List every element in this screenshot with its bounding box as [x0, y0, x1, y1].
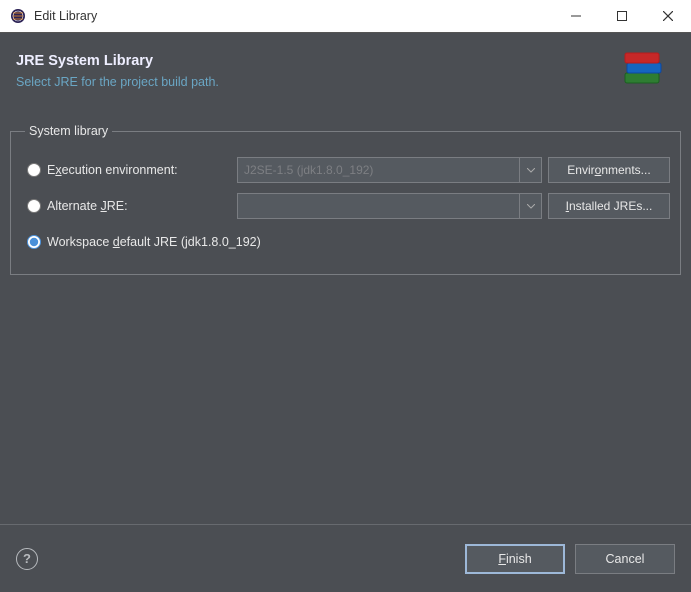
chevron-down-icon	[519, 158, 541, 182]
alternate-jre-combo[interactable]	[237, 193, 542, 219]
alternate-jre-label: Alternate JRE:	[47, 199, 128, 213]
title-bar: Edit Library	[0, 0, 691, 33]
workspace-default-label: Workspace default JRE (jdk1.8.0_192)	[47, 235, 261, 249]
exec-env-radio[interactable]	[27, 163, 41, 177]
exec-env-combo[interactable]: J2SE-1.5 (jdk1.8.0_192)	[237, 157, 542, 183]
environments-button[interactable]: Environments...	[548, 157, 670, 183]
header-subtitle: Select JRE for the project build path.	[16, 75, 611, 89]
workspace-default-radio-option[interactable]: Workspace default JRE (jdk1.8.0_192)	[21, 235, 261, 249]
eclipse-icon	[10, 8, 26, 24]
workspace-default-radio[interactable]	[27, 235, 41, 249]
header-title: JRE System Library	[16, 53, 611, 69]
group-legend: System library	[25, 124, 112, 138]
dialog-content: System library Execution environment: J2…	[0, 108, 691, 524]
help-icon[interactable]: ?	[16, 548, 38, 570]
maximize-button[interactable]	[599, 0, 645, 32]
finish-button[interactable]: Finish	[465, 544, 565, 574]
dialog-footer: ? Finish Cancel	[0, 524, 691, 592]
minimize-button[interactable]	[553, 0, 599, 32]
library-icon	[611, 48, 671, 93]
window-title: Edit Library	[34, 9, 553, 23]
system-library-group: System library Execution environment: J2…	[10, 124, 681, 275]
exec-env-label: Execution environment:	[47, 163, 178, 177]
dialog-header: JRE System Library Select JRE for the pr…	[0, 33, 691, 108]
window-controls	[553, 0, 691, 32]
exec-env-combo-value: J2SE-1.5 (jdk1.8.0_192)	[244, 163, 373, 177]
alternate-jre-radio[interactable]	[27, 199, 41, 213]
close-button[interactable]	[645, 0, 691, 32]
installed-jres-button[interactable]: Installed JREs...	[548, 193, 670, 219]
exec-env-radio-option[interactable]: Execution environment:	[21, 163, 231, 177]
cancel-button[interactable]: Cancel	[575, 544, 675, 574]
alternate-jre-radio-option[interactable]: Alternate JRE:	[21, 199, 231, 213]
chevron-down-icon	[519, 194, 541, 218]
